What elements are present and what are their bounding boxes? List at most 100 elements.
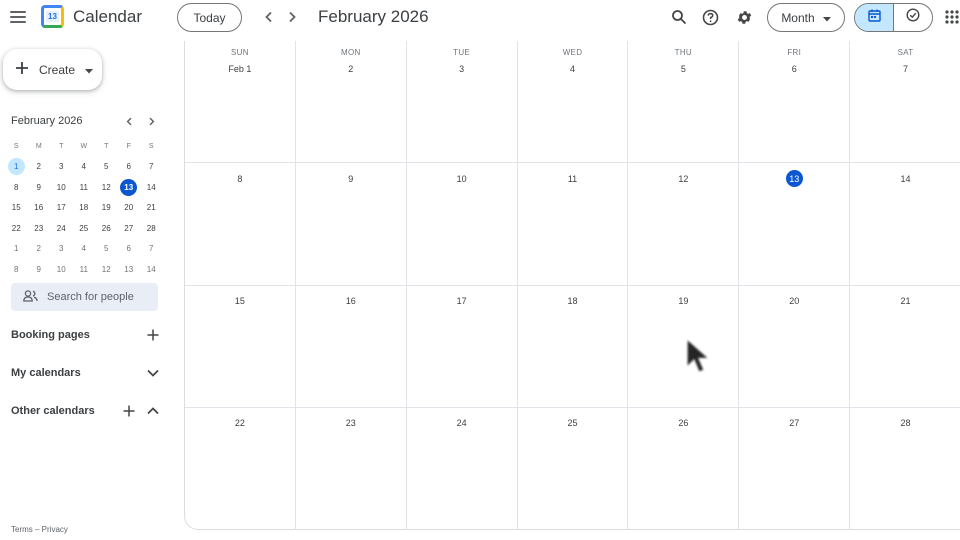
my-calendars-section[interactable]: My calendars — [11, 363, 161, 383]
help-icon[interactable] — [699, 6, 721, 28]
day-number[interactable]: 5 — [675, 60, 692, 77]
day-cell[interactable]: 9 — [295, 163, 407, 286]
day-number[interactable]: 28 — [897, 415, 914, 432]
mini-day[interactable]: 13 — [118, 177, 141, 198]
chevron-left-icon[interactable] — [122, 114, 136, 128]
day-number[interactable]: 12 — [675, 170, 692, 187]
tasks-view-button[interactable] — [894, 4, 932, 31]
mini-day[interactable]: 4 — [73, 157, 96, 178]
mini-day[interactable]: 19 — [95, 198, 118, 219]
mini-day[interactable]: 1 — [5, 157, 28, 178]
mini-day[interactable]: 24 — [50, 218, 73, 239]
apps-grid-icon[interactable] — [941, 6, 960, 28]
mini-day[interactable]: 12 — [95, 259, 118, 280]
chevron-right-icon[interactable] — [281, 6, 303, 28]
day-number[interactable]: 20 — [786, 293, 803, 310]
day-number[interactable]: 14 — [897, 170, 914, 187]
day-number[interactable]: 6 — [786, 60, 803, 77]
day-number[interactable]: 27 — [786, 415, 803, 432]
mini-day[interactable]: 26 — [95, 218, 118, 239]
day-number[interactable]: 22 — [231, 415, 248, 432]
day-number[interactable]: 23 — [342, 415, 359, 432]
mini-day[interactable]: 3 — [50, 239, 73, 260]
day-cell[interactable]: 23 — [296, 407, 407, 530]
chevron-up-icon[interactable] — [145, 403, 161, 419]
day-number[interactable]: 25 — [564, 415, 581, 432]
mini-day[interactable]: 10 — [50, 177, 73, 198]
day-number[interactable]: 2 — [342, 60, 359, 77]
add-icon[interactable] — [145, 327, 161, 343]
mini-day[interactable]: 27 — [118, 218, 141, 239]
day-number[interactable]: 18 — [564, 293, 581, 310]
add-icon[interactable] — [121, 403, 137, 419]
day-cell[interactable]: WED 4 — [517, 41, 629, 164]
mini-day[interactable]: 11 — [73, 177, 96, 198]
day-cell[interactable]: 12 — [628, 163, 740, 286]
gear-icon[interactable] — [733, 6, 755, 28]
mini-day[interactable]: 23 — [28, 218, 51, 239]
mini-day[interactable]: 12 — [95, 177, 118, 198]
day-cell[interactable]: 11 — [517, 163, 629, 286]
mini-day[interactable]: 14 — [140, 177, 163, 198]
day-number[interactable]: 8 — [231, 170, 248, 187]
mini-day[interactable]: 13 — [118, 259, 141, 280]
day-cell[interactable]: 18 — [517, 285, 629, 408]
search-people-field[interactable]: Search for people — [11, 283, 158, 311]
day-number[interactable]: 4 — [564, 60, 581, 77]
mini-day[interactable]: 2 — [28, 157, 51, 178]
calendar-view-button[interactable] — [855, 4, 894, 31]
day-cell[interactable]: 25 — [518, 407, 629, 530]
day-cell[interactable]: 10 — [406, 163, 518, 286]
search-icon[interactable] — [668, 6, 690, 28]
day-cell[interactable]: 21 — [850, 286, 960, 408]
day-cell[interactable]: 26 — [628, 407, 740, 530]
mini-day[interactable]: 8 — [5, 177, 28, 198]
day-cell[interactable]: TUE 3 — [406, 41, 518, 164]
day-number[interactable]: 19 — [675, 293, 692, 310]
day-cell[interactable]: 16 — [295, 285, 407, 408]
day-cell[interactable]: SAT 7 — [850, 41, 960, 164]
app-title[interactable]: Calendar — [73, 7, 142, 27]
day-number[interactable]: 17 — [453, 293, 470, 310]
booking-pages-section[interactable]: Booking pages — [11, 325, 161, 345]
day-cell[interactable]: 13 — [739, 163, 851, 286]
mini-day[interactable]: 7 — [140, 157, 163, 178]
today-button[interactable]: Today — [177, 3, 242, 32]
mini-day[interactable]: 18 — [73, 198, 96, 219]
mini-day[interactable]: 21 — [140, 198, 163, 219]
day-number[interactable]: 21 — [897, 293, 914, 310]
mini-day[interactable]: 14 — [140, 259, 163, 280]
mini-day[interactable]: 8 — [5, 259, 28, 280]
mini-day[interactable]: 10 — [50, 259, 73, 280]
day-cell[interactable]: SUN Feb 1 — [185, 41, 296, 164]
mini-day[interactable]: 3 — [50, 157, 73, 178]
day-cell[interactable]: 17 — [406, 285, 518, 408]
calendar-logo[interactable]: 13 — [41, 5, 64, 28]
mini-day[interactable]: 11 — [73, 259, 96, 280]
terms-privacy-link[interactable]: Terms – Privacy — [11, 525, 68, 534]
mini-day[interactable]: 17 — [50, 198, 73, 219]
day-cell[interactable]: FRI 6 — [739, 41, 851, 164]
day-cell[interactable]: MON 2 — [295, 41, 407, 164]
view-select[interactable]: Month — [767, 3, 845, 32]
mini-day[interactable]: 25 — [73, 218, 96, 239]
mini-day[interactable]: 6 — [118, 157, 141, 178]
day-number[interactable]: 11 — [564, 170, 581, 187]
mini-day[interactable]: 9 — [28, 177, 51, 198]
mini-day[interactable]: 5 — [95, 239, 118, 260]
day-number[interactable]: 10 — [453, 170, 470, 187]
mini-day[interactable]: 5 — [95, 157, 118, 178]
day-cell[interactable]: 24 — [407, 407, 518, 530]
day-number[interactable]: 15 — [231, 293, 248, 310]
chevron-down-icon[interactable] — [145, 365, 161, 381]
mini-day[interactable]: 28 — [140, 218, 163, 239]
day-number[interactable]: 24 — [453, 415, 470, 432]
day-number[interactable]: Feb 1 — [228, 60, 251, 77]
day-cell[interactable]: 27 — [739, 407, 851, 530]
day-cell[interactable]: 15 — [185, 285, 296, 408]
mini-day[interactable]: 1 — [5, 239, 28, 260]
mini-day[interactable]: 7 — [140, 239, 163, 260]
day-cell[interactable]: 22 — [185, 407, 296, 530]
mini-day[interactable]: 2 — [28, 239, 51, 260]
mini-day[interactable]: 22 — [5, 218, 28, 239]
